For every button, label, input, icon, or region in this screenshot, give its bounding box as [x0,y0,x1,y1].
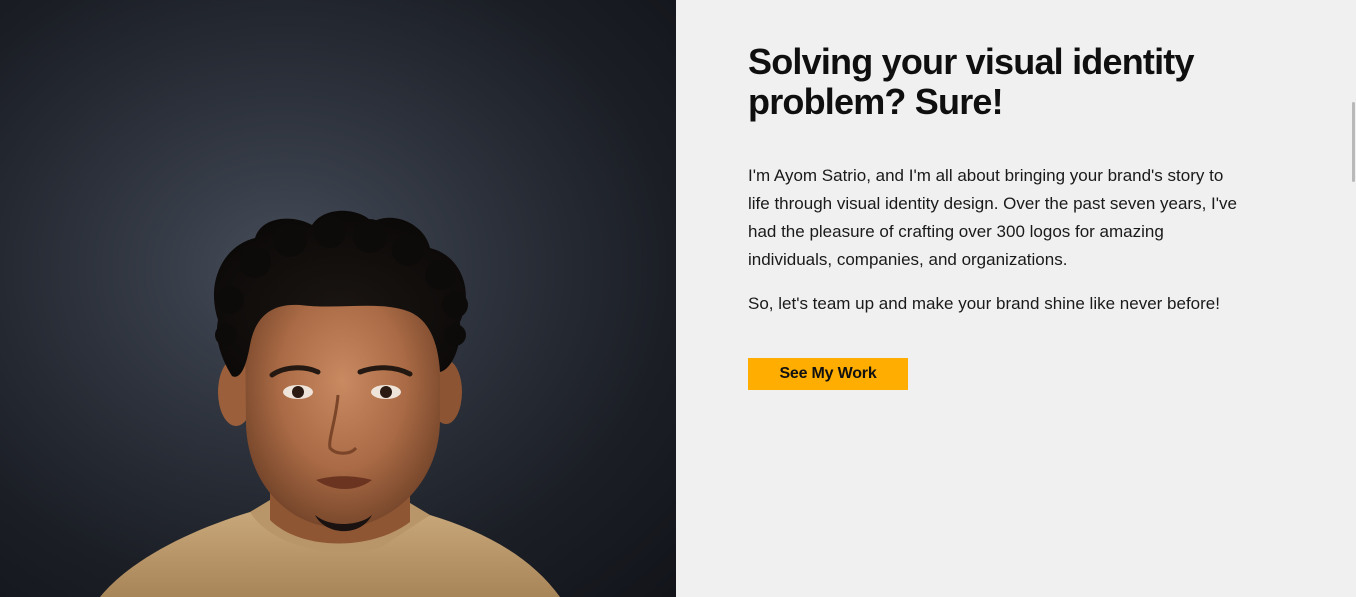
portrait-photo [0,0,676,597]
scrollbar[interactable] [1350,0,1356,597]
intro-content: Solving your visual identity problem? Su… [676,0,1356,597]
see-my-work-button[interactable]: See My Work [748,358,908,390]
scrollbar-thumb[interactable] [1352,102,1355,182]
bio-paragraph: I'm Ayom Satrio, and I'm all about bring… [748,166,1237,269]
page-title: Solving your visual identity problem? Su… [748,41,1195,122]
cta-paragraph: So, let's team up and make your brand sh… [748,294,1220,313]
hero-section: Solving your visual identity problem? Su… [0,0,1356,597]
portrait-illustration [100,210,560,597]
